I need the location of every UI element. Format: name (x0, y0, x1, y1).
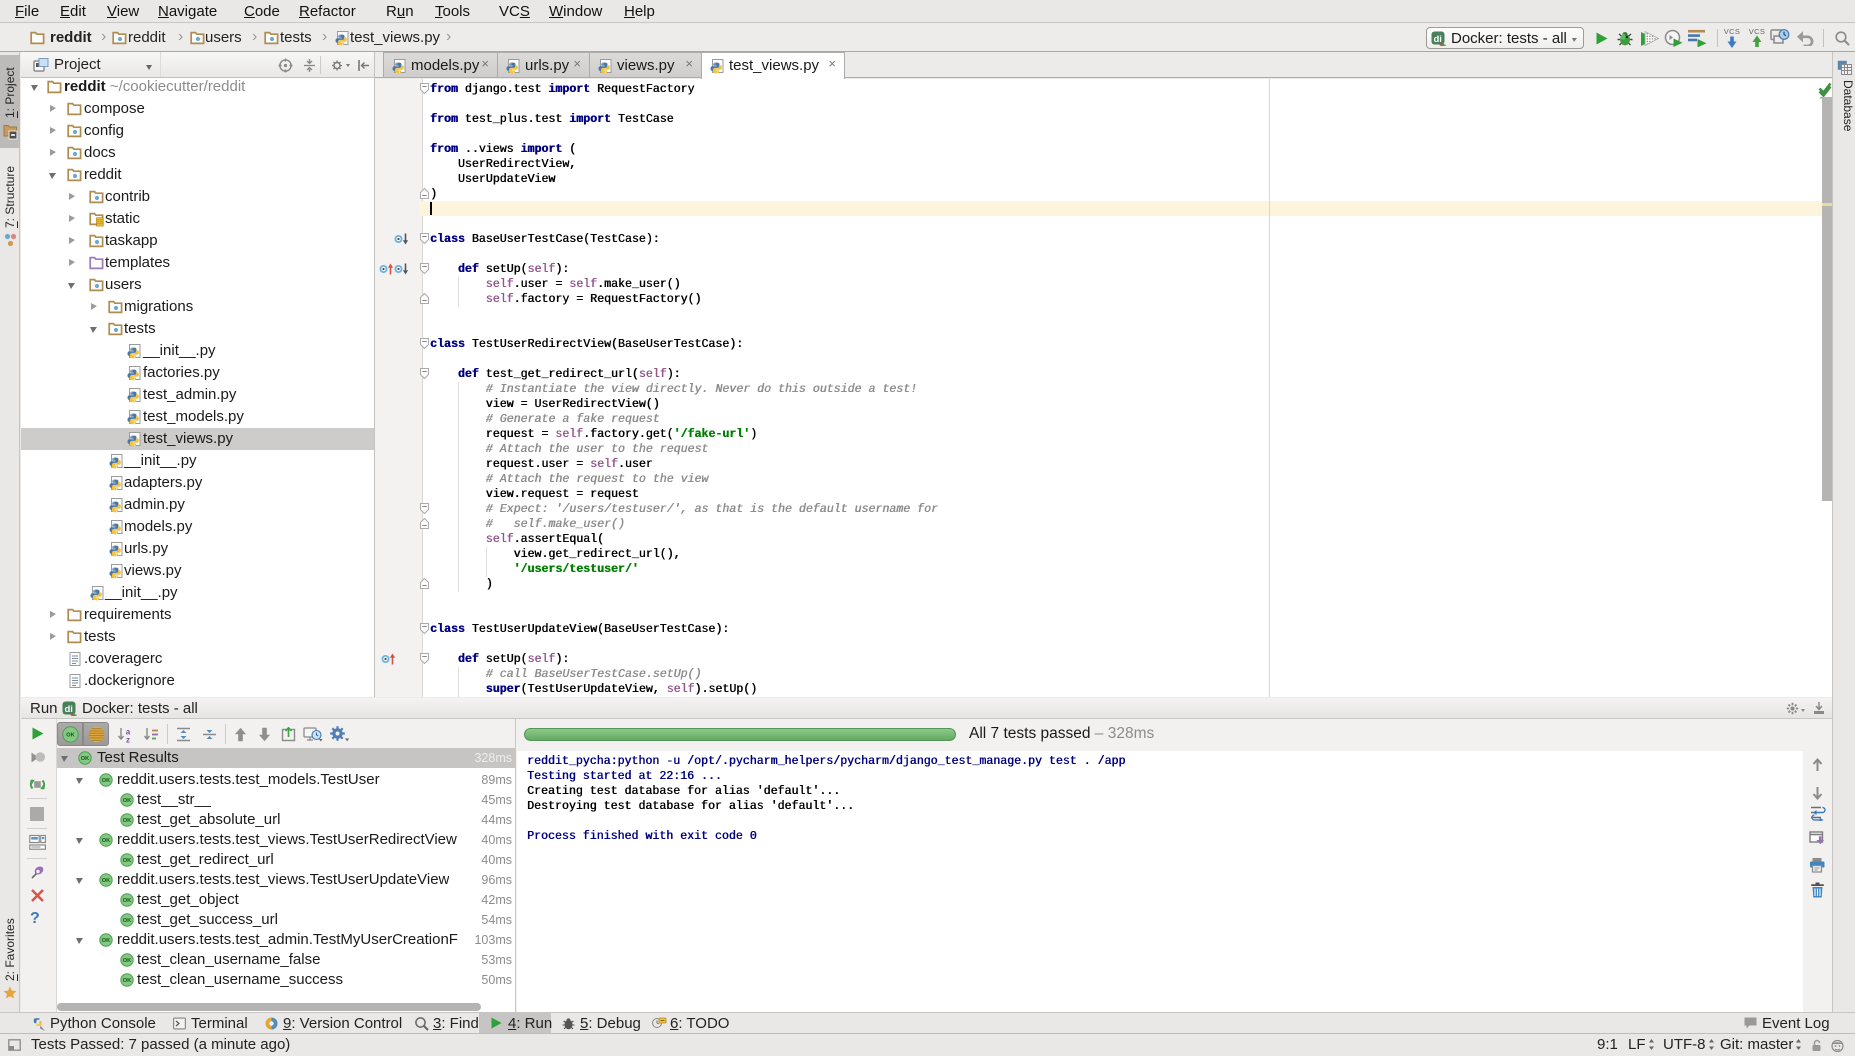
svg-text:OK: OK (123, 978, 131, 984)
svg-text:OK: OK (102, 878, 110, 884)
svg-text:OK: OK (123, 858, 131, 864)
svg-text:OK: OK (102, 938, 110, 944)
svg-text:OK: OK (123, 798, 131, 804)
svg-text:OK: OK (123, 898, 131, 904)
svg-text:OK: OK (102, 838, 110, 844)
svg-text:VCS: VCS (1724, 27, 1741, 36)
svg-text:OK: OK (81, 756, 89, 762)
svg-text:di: di (64, 704, 72, 715)
svg-text:VCS: VCS (1749, 27, 1766, 36)
svg-text:OK: OK (123, 918, 131, 924)
svg-text:di: di (1433, 34, 1441, 45)
svg-text:OK: OK (102, 778, 110, 784)
svg-text:OK: OK (123, 958, 131, 964)
svg-text:OK: OK (123, 818, 131, 824)
svg-text:z: z (126, 736, 130, 744)
svg-text:OK: OK (66, 733, 74, 739)
